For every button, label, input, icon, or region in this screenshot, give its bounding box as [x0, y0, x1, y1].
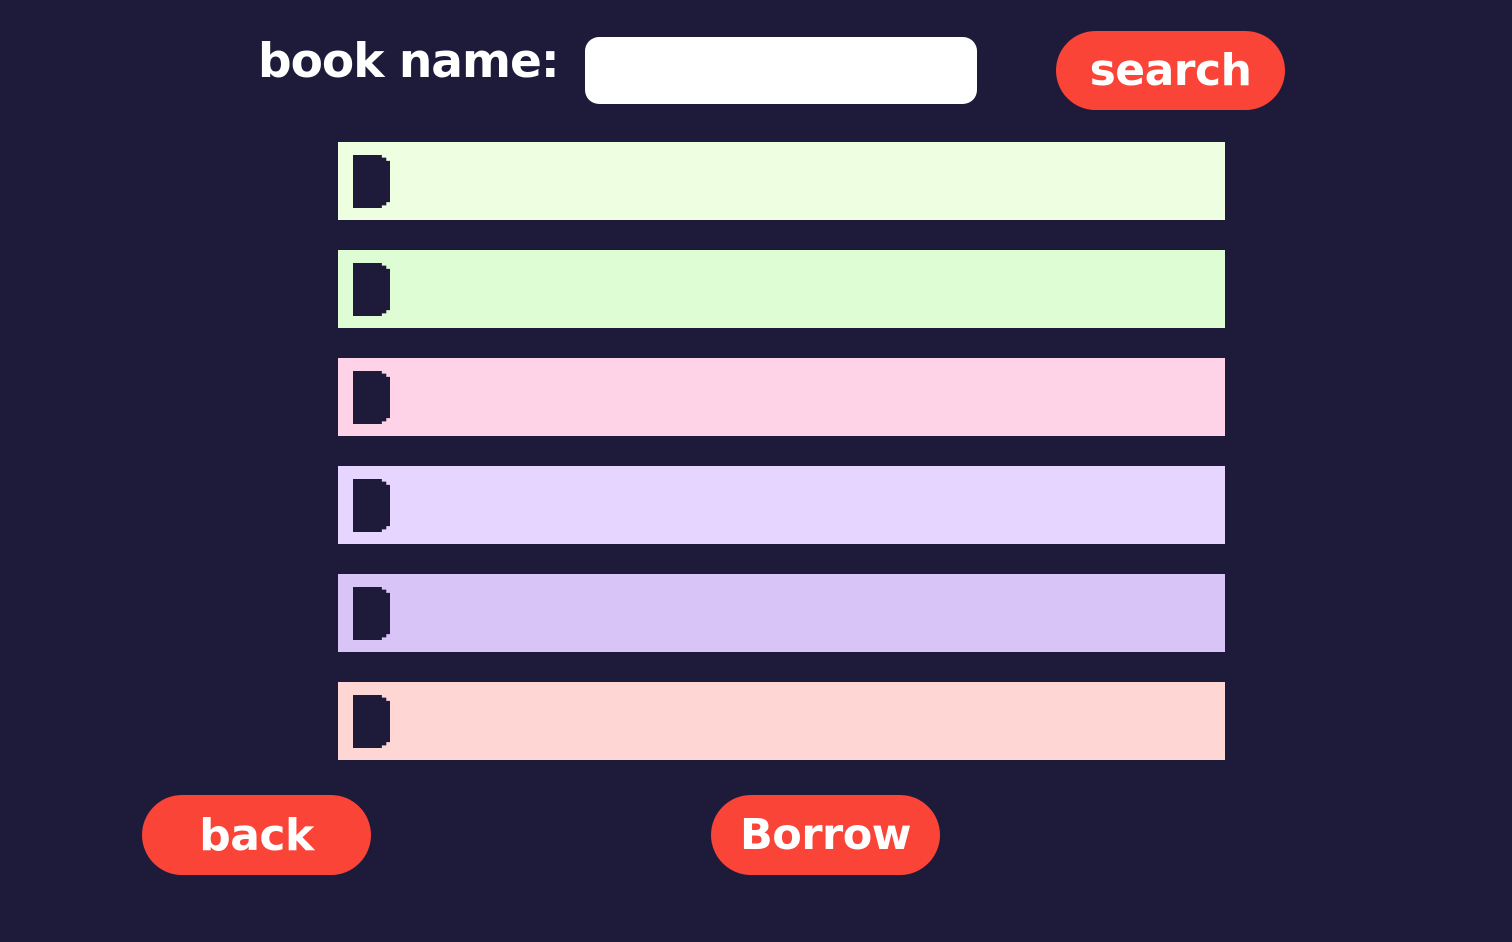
book-result-row-5[interactable]	[338, 574, 1225, 652]
row-marker-icon	[353, 371, 390, 424]
book-result-row-4[interactable]	[338, 466, 1225, 544]
book-result-row-2[interactable]	[338, 250, 1225, 328]
book-result-row-3[interactable]	[338, 358, 1225, 436]
book-results-list	[338, 142, 1225, 760]
book-result-row-1[interactable]	[338, 142, 1225, 220]
row-marker-icon	[353, 479, 390, 532]
book-name-label: book name:	[258, 34, 560, 89]
back-button[interactable]: back	[142, 795, 371, 875]
row-marker-icon	[353, 587, 390, 640]
row-marker-icon	[353, 263, 390, 316]
row-marker-icon	[353, 155, 390, 208]
borrow-button[interactable]: Borrow	[711, 795, 940, 875]
book-name-input[interactable]	[585, 37, 977, 104]
row-marker-icon	[353, 695, 390, 748]
book-result-row-6[interactable]	[338, 682, 1225, 760]
search-button[interactable]: search	[1056, 31, 1285, 110]
